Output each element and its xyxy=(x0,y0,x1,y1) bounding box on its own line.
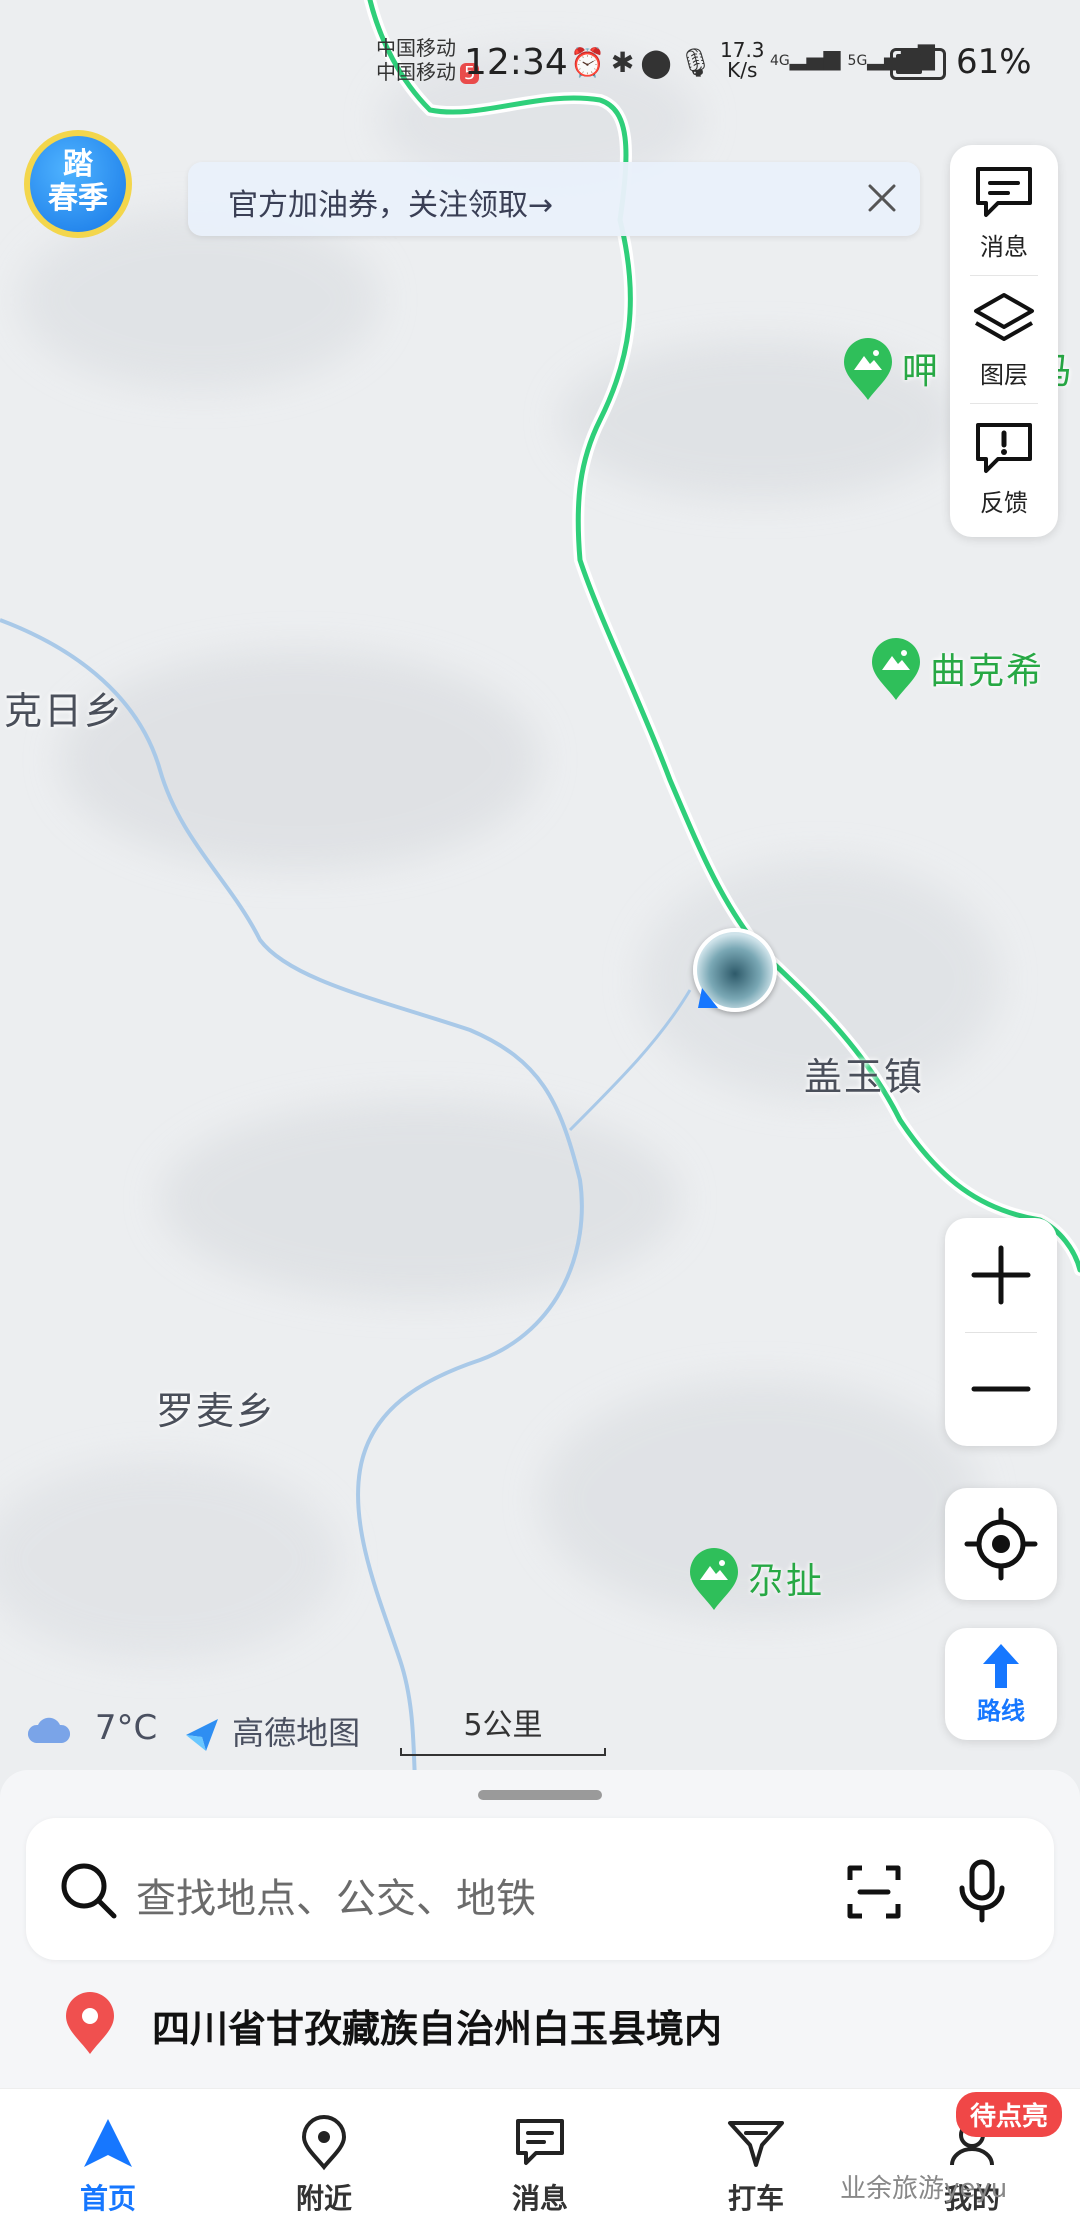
bottom-tab-bar: 首页 附近 消息 打车 我的 xyxy=(0,2088,1080,2229)
tab-label: 首页 xyxy=(79,2182,136,2215)
status-bar: 中国移动 中国移动5 12:34 ⏰✱⬤🎙 17.3 K/s 4G▂▄▆ 5G▂… xyxy=(370,30,1040,100)
microphone-icon[interactable] xyxy=(954,1858,1010,1924)
feedback-icon xyxy=(976,423,1032,473)
tab-label: 消息 xyxy=(511,2182,568,2215)
zoom-out-button[interactable] xyxy=(945,1332,1057,1446)
amap-logo: 高德地图 xyxy=(182,1708,360,1755)
tab-label: 打车 xyxy=(727,2182,784,2215)
current-location-text: 四川省甘孜藏族自治州白玉县境内 xyxy=(152,2007,723,2051)
status-icons: ⏰✱⬤🎙 xyxy=(570,46,719,79)
tab-messages[interactable]: 消息 xyxy=(432,2089,648,2229)
fuel-coupon-banner[interactable]: 官方加油券，关注领取→ xyxy=(188,162,920,236)
amap-logo-icon xyxy=(186,1719,218,1751)
heading-arrow-icon xyxy=(698,988,718,1008)
scale-bar xyxy=(400,1748,606,1756)
taxi-icon xyxy=(728,2121,784,2167)
scan-icon[interactable] xyxy=(844,1862,904,1922)
banner-text: 官方加油券，关注领取→ xyxy=(228,188,554,223)
net-speed-value: 17.3 xyxy=(720,38,765,62)
route-arrow-icon xyxy=(983,1644,1019,1688)
message-icon xyxy=(516,2119,564,2165)
mountain-pin-icon xyxy=(872,638,920,700)
crosshair-icon xyxy=(964,1507,1038,1581)
minus-icon xyxy=(971,1386,1031,1392)
layers-label: 图层 xyxy=(980,361,1028,389)
bluetooth-icon: ✱ xyxy=(610,46,641,79)
current-location-row[interactable]: 四川省甘孜藏族自治州白玉县境内 xyxy=(60,1992,722,2060)
cloud-icon xyxy=(27,1717,71,1743)
net-speed: 17.3 K/s xyxy=(720,40,765,80)
location-pin-icon xyxy=(301,2115,347,2171)
feedback-tool-button[interactable]: 反馈 xyxy=(950,401,1058,525)
alarm-icon: ⏰ xyxy=(570,46,611,79)
map-tools-panel: 消息 图层 反馈 xyxy=(950,145,1058,537)
route-label: 路线 xyxy=(977,1697,1025,1725)
zoom-controls xyxy=(945,1218,1057,1446)
close-icon[interactable] xyxy=(858,174,906,222)
carrier-name-2: 中国移动 xyxy=(376,60,456,84)
weather-temp: 7°C xyxy=(94,1708,158,1748)
watermark-text: 业余旅游yeyu xyxy=(840,2174,1008,2204)
battery-percent: 61% xyxy=(956,42,1032,82)
tab-taxi[interactable]: 打车 xyxy=(648,2089,864,2229)
navigate-icon xyxy=(84,2119,132,2167)
plus-icon xyxy=(971,1245,1031,1305)
place-label-gaiyu: 盖玉镇 xyxy=(804,1055,925,1099)
network-type-2: 5G xyxy=(847,53,868,69)
location-pin-icon xyxy=(66,1992,114,2054)
place-label-luomai: 罗麦乡 xyxy=(156,1389,277,1433)
search-placeholder: 查找地点、公交、地铁 xyxy=(136,1876,536,1922)
search-icon xyxy=(61,1863,117,1919)
spring-promo-badge[interactable]: 踏 春季 xyxy=(24,130,132,238)
map-view[interactable]: 克日乡 盖玉镇 罗麦乡 呷 马 曲克希 尕扯 xyxy=(0,0,1080,1830)
zoom-in-button[interactable] xyxy=(945,1218,1057,1332)
sheet-drag-handle[interactable] xyxy=(478,1790,602,1800)
signal-bars-icon: ▂▄▆ xyxy=(789,46,841,71)
mountain-pin-icon xyxy=(690,1548,738,1610)
scale-label: 5公里 xyxy=(463,1708,543,1743)
search-bar[interactable]: 查找地点、公交、地铁 xyxy=(26,1818,1054,1960)
tab-label: 附近 xyxy=(295,2182,352,2215)
pending-badge[interactable]: 待点亮 xyxy=(956,2092,1063,2137)
poi-name: 呷 xyxy=(902,351,941,392)
mic-status-icon: 🎙 xyxy=(677,46,720,79)
locate-me-button[interactable] xyxy=(945,1488,1057,1600)
weather-widget[interactable]: 7°C xyxy=(26,1708,157,1748)
network-type-1: 4G xyxy=(770,53,790,69)
route-button[interactable]: 路线 xyxy=(945,1628,1057,1740)
battery-fill xyxy=(896,54,922,74)
tab-home[interactable]: 首页 xyxy=(0,2089,216,2229)
messages-label: 消息 xyxy=(980,233,1028,261)
mountain-pin-icon xyxy=(844,338,892,400)
place-label-keri: 克日乡 xyxy=(4,689,125,733)
layers-tool-button[interactable]: 图层 xyxy=(950,273,1058,397)
promo-line2: 春季 xyxy=(48,181,108,216)
layers-icon xyxy=(974,293,1034,341)
poi-name: 尕扯 xyxy=(748,1561,825,1602)
net-speed-unit: K/s xyxy=(727,58,758,82)
map-scale: 5公里 xyxy=(400,1700,606,1756)
map-terrain xyxy=(0,0,1080,1830)
feedback-label: 反馈 xyxy=(980,489,1028,517)
status-time: 12:34 xyxy=(464,42,568,83)
message-icon xyxy=(976,167,1032,217)
battery-icon xyxy=(890,48,946,80)
poi-name: 曲克希 xyxy=(930,651,1045,692)
tab-nearby[interactable]: 附近 xyxy=(216,2089,432,2229)
promo-line1: 踏 xyxy=(63,147,93,182)
brand-name: 高德地图 xyxy=(232,1714,361,1752)
location-icon: ⬤ xyxy=(640,46,678,79)
messages-tool-button[interactable]: 消息 xyxy=(950,145,1058,269)
